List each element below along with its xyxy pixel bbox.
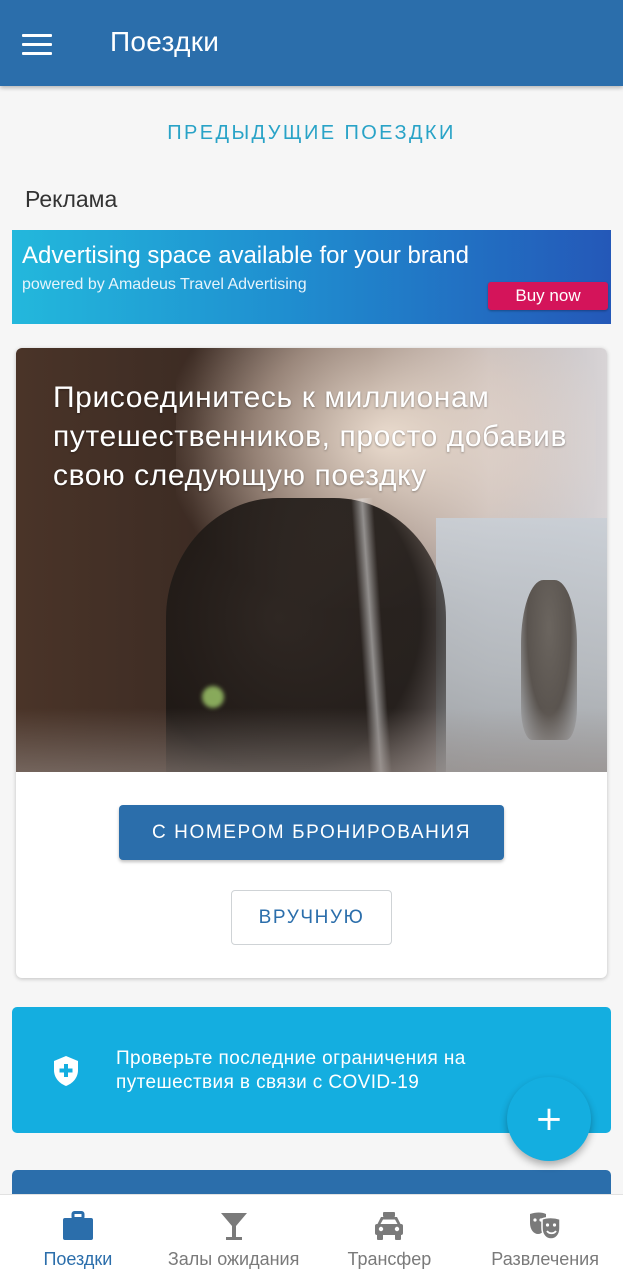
theater-masks-icon — [528, 1209, 562, 1243]
nav-label-transfer: Трансфер — [347, 1249, 432, 1269]
briefcase-icon — [61, 1209, 95, 1243]
app-bar: Поездки — [0, 0, 623, 86]
buy-now-button[interactable]: Buy now — [488, 282, 608, 310]
nav-item-transfer[interactable]: Трансфер — [312, 1195, 468, 1280]
covid-banner-text: Проверьте последние ограничения на путеш… — [116, 1048, 466, 1093]
bottom-navigation: Поездки Залы ожидания Трансфер Развлечен… — [0, 1194, 623, 1280]
add-trip-headline: Присоединитесь к миллионам путешественни… — [53, 381, 567, 492]
hamburger-menu-icon[interactable] — [22, 24, 62, 64]
cocktail-icon — [217, 1209, 251, 1243]
app-screen: Поездки ПРЕДЫДУЩИЕ ПОЕЗДКИ Реклама Adver… — [0, 0, 623, 1280]
ad-banner-title: Advertising space available for your bra… — [22, 242, 469, 269]
ad-banner-subtitle: powered by Amadeus Travel Advertising — [22, 276, 307, 293]
nav-item-lounges[interactable]: Залы ожидания — [156, 1195, 312, 1280]
add-trip-fab[interactable]: + — [507, 1077, 591, 1161]
nav-label-trips: Поездки — [43, 1249, 113, 1269]
page-title: Поездки — [110, 26, 220, 57]
manual-entry-button[interactable]: ВРУЧНУЮ — [231, 890, 392, 945]
nav-item-trips[interactable]: Поездки — [0, 1195, 156, 1280]
ad-label: Реклама — [25, 186, 118, 212]
nav-label-lounges: Залы ожидания — [167, 1249, 300, 1269]
travel-photo: Присоединитесь к миллионам путешественни… — [16, 348, 607, 772]
ad-banner[interactable]: Advertising space available for your bra… — [12, 230, 611, 324]
plus-icon: + — [534, 1099, 564, 1139]
taxi-icon — [372, 1209, 406, 1243]
nav-label-entertainment: Развлечения — [491, 1249, 599, 1269]
shield-plus-icon — [52, 1055, 80, 1087]
previous-trips-link[interactable]: ПРЕДЫДУЩИЕ ПОЕЗДКИ — [0, 122, 623, 145]
nav-item-entertainment[interactable]: Развлечения — [467, 1195, 623, 1280]
add-trip-card: Присоединитесь к миллионам путешественни… — [16, 348, 607, 978]
booking-number-button[interactable]: С НОМЕРОМ БРОНИРОВАНИЯ — [119, 805, 504, 860]
